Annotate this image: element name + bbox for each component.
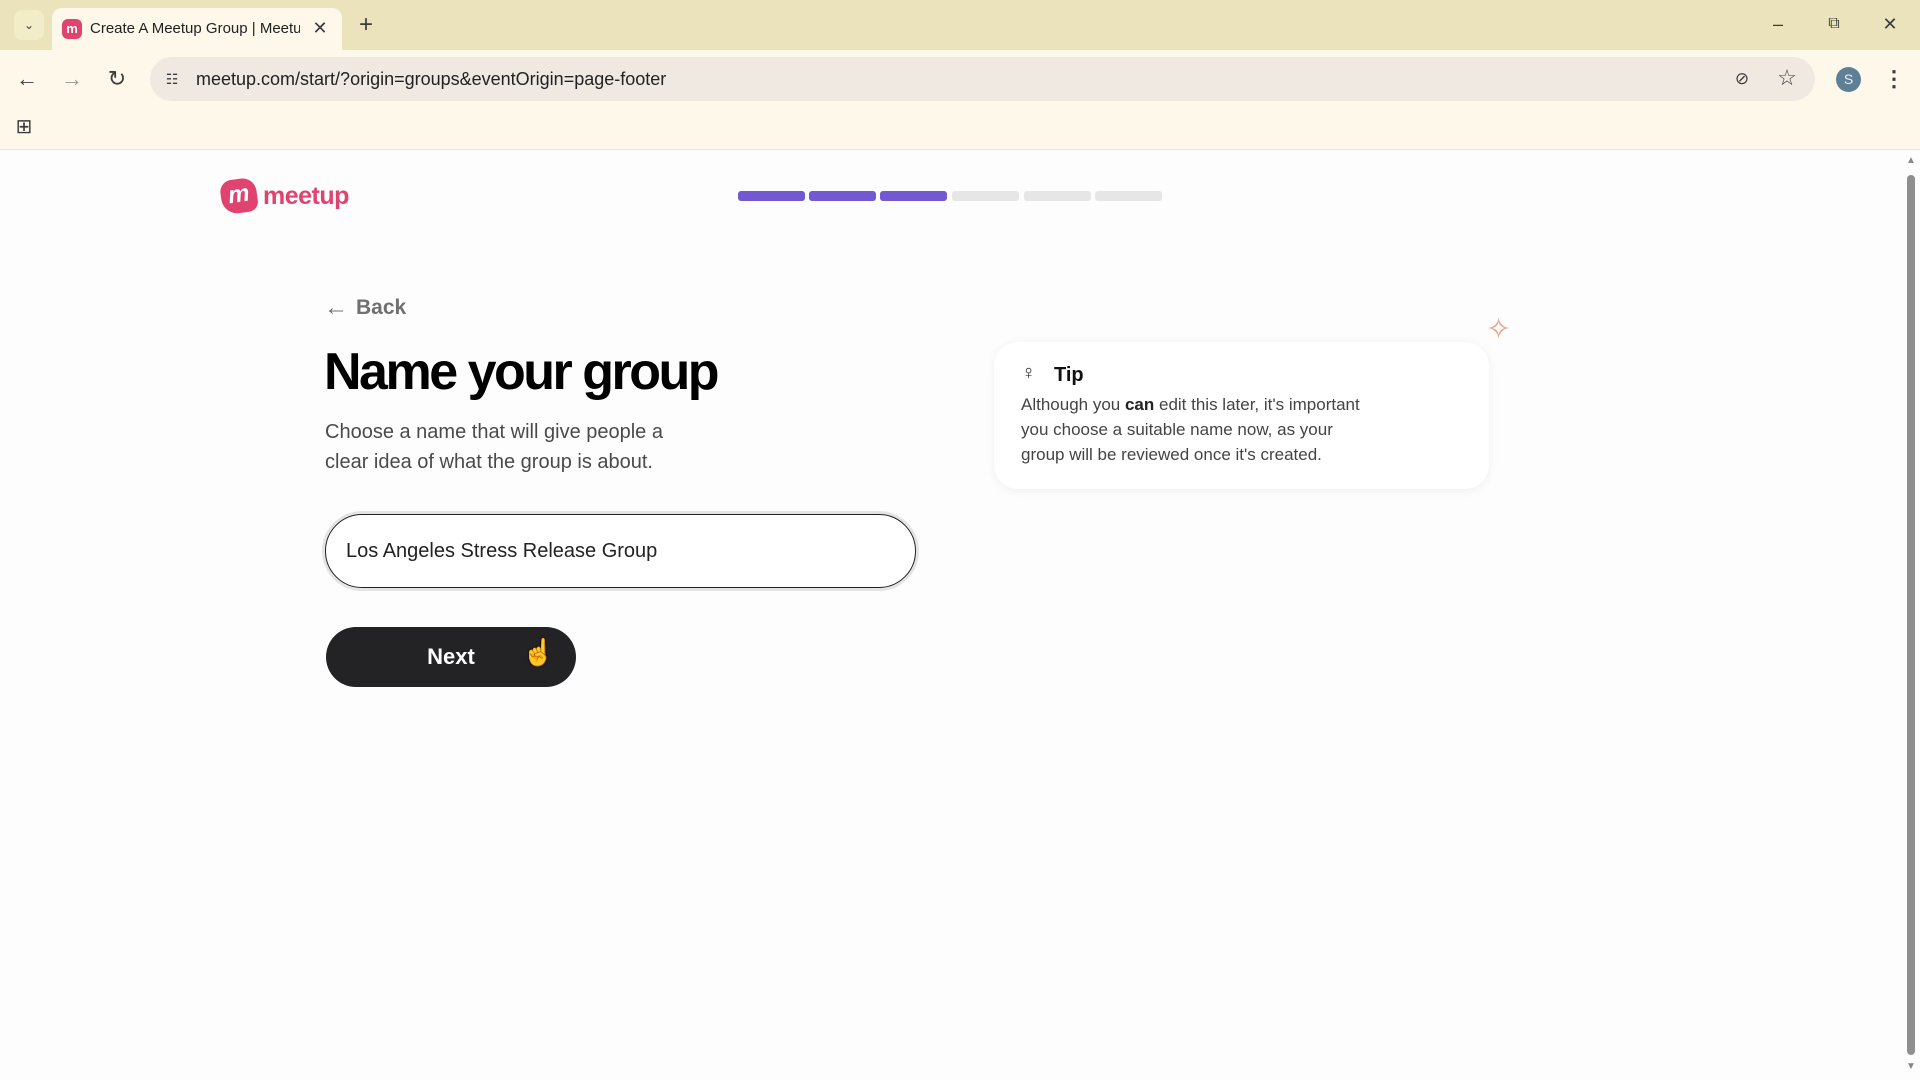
browser-tab[interactable]: m Create A Meetup Group | Meetup ✕ bbox=[52, 8, 342, 50]
sparkle-icon: ✧ bbox=[1486, 312, 1511, 347]
tip-text-line: group will be reviewed once it's created… bbox=[1021, 442, 1360, 467]
scrollbar[interactable]: ▲ ▼ bbox=[1902, 151, 1920, 1080]
group-name-value[interactable]: Los Angeles Stress Release Group bbox=[346, 540, 657, 563]
reload-icon[interactable]: ↻ bbox=[102, 64, 132, 94]
tab-title: Create A Meetup Group | Meetup bbox=[90, 20, 300, 37]
meetup-logo[interactable]: m meetup bbox=[221, 179, 349, 213]
progress-step-6 bbox=[1095, 191, 1162, 201]
progress-step-3 bbox=[880, 191, 947, 201]
apps-grid-icon[interactable]: ⊞ bbox=[10, 112, 38, 140]
subtitle-line: Choose a name that will give people a bbox=[325, 417, 663, 447]
minimize-icon[interactable]: – bbox=[1762, 8, 1794, 40]
subtitle-line: clear idea of what the group is about. bbox=[325, 447, 663, 477]
hand-cursor-icon: ☝ bbox=[522, 637, 554, 668]
scroll-up-icon[interactable]: ▲ bbox=[1906, 155, 1916, 166]
page-content bbox=[0, 151, 1900, 1080]
tip-text-bold: can bbox=[1125, 395, 1154, 414]
lightbulb-icon: ♀ bbox=[1021, 362, 1036, 385]
back-label: Back bbox=[356, 296, 406, 320]
tracking-off-icon[interactable]: ⊘ bbox=[1730, 67, 1754, 91]
close-window-icon[interactable]: ✕ bbox=[1874, 8, 1906, 40]
browser-menu-icon[interactable]: ⋮ bbox=[1880, 64, 1908, 94]
meetup-favicon-icon: m bbox=[62, 19, 82, 39]
tab-search-chevron-icon[interactable]: ⌄ bbox=[14, 10, 44, 40]
progress-step-5 bbox=[1024, 191, 1091, 201]
restore-icon[interactable]: ⧉ bbox=[1818, 8, 1850, 40]
tip-text-part: Although you bbox=[1021, 395, 1125, 414]
progress-step-4 bbox=[952, 191, 1019, 201]
group-name-input[interactable]: Los Angeles Stress Release Group bbox=[325, 514, 916, 588]
scrollbar-thumb[interactable] bbox=[1907, 175, 1915, 1055]
tip-text-part: edit this later, it's important bbox=[1154, 395, 1359, 414]
page-title: Name your group bbox=[324, 342, 717, 402]
address-bar[interactable]: ☷ meetup.com/start/?origin=groups&eventO… bbox=[150, 57, 1815, 101]
url-text[interactable]: meetup.com/start/?origin=groups&eventOri… bbox=[196, 69, 666, 90]
logo-text: meetup bbox=[263, 182, 349, 211]
back-nav-icon[interactable]: ← bbox=[12, 64, 42, 94]
back-link[interactable]: ← Back bbox=[324, 294, 406, 322]
arrow-left-icon: ← bbox=[324, 294, 348, 322]
progress-step-2 bbox=[809, 191, 876, 201]
new-tab-icon[interactable]: + bbox=[352, 10, 380, 40]
profile-avatar[interactable]: S bbox=[1836, 67, 1861, 92]
tip-text-line: you choose a suitable name now, as your bbox=[1021, 417, 1360, 442]
site-settings-icon[interactable]: ☷ bbox=[160, 67, 184, 91]
forward-nav-icon[interactable]: → bbox=[57, 64, 87, 94]
meetup-logo-icon: m bbox=[219, 177, 259, 216]
scroll-down-icon[interactable]: ▼ bbox=[1906, 1061, 1916, 1072]
tip-title: Tip bbox=[1054, 364, 1084, 387]
tip-card: ♀ Tip Although you can edit this later, … bbox=[994, 342, 1489, 489]
progress-step-1 bbox=[738, 191, 805, 201]
close-tab-icon[interactable]: ✕ bbox=[308, 16, 332, 40]
tip-text: Although you can edit this later, it's i… bbox=[1021, 392, 1360, 467]
bookmark-star-icon[interactable]: ☆ bbox=[1774, 65, 1800, 91]
page-subtitle: Choose a name that will give people a cl… bbox=[325, 417, 663, 477]
